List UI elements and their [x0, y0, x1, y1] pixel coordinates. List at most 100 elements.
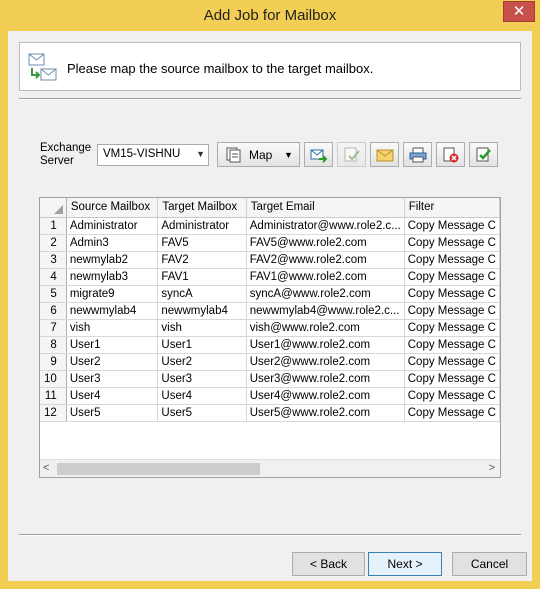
target-email-cell[interactable]: User2@www.role2.com [246, 353, 405, 371]
table-row[interactable]: 5 migrate9 syncA syncA@www.role2.com Copy Me… [40, 285, 500, 303]
row-number[interactable]: 11 [40, 387, 67, 405]
row-number[interactable]: 4 [40, 268, 67, 286]
table-row[interactable]: 9 User2 User2 User2@www.role2.com Copy Messa… [40, 353, 500, 371]
row-number[interactable]: 1 [40, 217, 67, 235]
scrollbar-thumb[interactable] [57, 463, 260, 475]
filter-cell[interactable]: Copy Message C [404, 285, 500, 303]
target-mailbox-cell[interactable]: vish [157, 319, 247, 337]
filter-cell[interactable]: Copy Message C [404, 387, 500, 405]
column-header-target-email[interactable]: Target Email [246, 198, 405, 218]
target-mailbox-cell[interactable]: FAV1 [157, 268, 247, 286]
column-header-filter[interactable]: Filter [404, 198, 500, 218]
filter-cell[interactable]: Copy Message C [404, 370, 500, 388]
edit-mapping-button[interactable] [337, 142, 366, 167]
row-number[interactable]: 9 [40, 353, 67, 371]
row-number[interactable]: 5 [40, 285, 67, 303]
filter-cell[interactable]: Copy Message C [404, 404, 500, 422]
row-number[interactable]: 8 [40, 336, 67, 354]
print-button[interactable] [403, 142, 432, 167]
table-row[interactable]: 6 newwmylab4 newwmylab4 newwmylab4@www.role… [40, 302, 500, 320]
source-mailbox-cell[interactable]: Administrator [66, 217, 159, 235]
table-row[interactable]: 4 newmylab3 FAV1 FAV1@www.role2.com Copy Mes… [40, 268, 500, 286]
scroll-right-arrow-icon[interactable]: > [489, 462, 495, 474]
source-mailbox-cell[interactable]: migrate9 [66, 285, 159, 303]
target-email-cell[interactable]: vish@www.role2.com [246, 319, 405, 337]
source-mailbox-cell[interactable]: vish [66, 319, 159, 337]
table-row[interactable]: 7 vish vish vish@www.role2.com Copy Message … [40, 319, 500, 337]
table-row[interactable]: 3 newmylab2 FAV2 FAV2@www.role2.com Copy Mes… [40, 251, 500, 269]
exchange-server-select[interactable]: VM15-VISHNU ▼ [97, 144, 209, 166]
target-email-cell[interactable]: FAV5@www.role2.com [246, 234, 405, 252]
target-mailbox-cell[interactable]: User2 [157, 353, 247, 371]
table-row[interactable]: 12 User5 User5 User5@www.role2.com Copy Mess… [40, 404, 500, 422]
table-row[interactable]: 10 User3 User3 User3@www.role2.com Copy Mess… [40, 370, 500, 388]
target-email-cell[interactable]: FAV1@www.role2.com [246, 268, 405, 286]
remove-mapping-button[interactable] [436, 142, 465, 167]
target-mailbox-cell[interactable]: User5 [157, 404, 247, 422]
scroll-left-arrow-icon[interactable]: < [43, 462, 49, 474]
target-mailbox-cell[interactable]: syncA [157, 285, 247, 303]
column-header-target-mailbox[interactable]: Target Mailbox [157, 198, 247, 218]
envelope-icon [376, 149, 394, 162]
filter-cell[interactable]: Copy Message C [404, 336, 500, 354]
validate-button[interactable] [469, 142, 498, 167]
target-email-cell[interactable]: User4@www.role2.com [246, 387, 405, 405]
mailbox-mapping-grid[interactable]: Source Mailbox Target Mailbox Target Ema… [39, 197, 501, 478]
column-header-source-mailbox[interactable]: Source Mailbox [66, 198, 159, 218]
source-mailbox-cell[interactable]: newmylab2 [66, 251, 159, 269]
source-mailbox-cell[interactable]: User3 [66, 370, 159, 388]
target-email-cell[interactable]: User3@www.role2.com [246, 370, 405, 388]
map-button-label: Map [249, 148, 273, 162]
filter-cell[interactable]: Copy Message C [404, 251, 500, 269]
table-row[interactable]: 11 User4 User4 User4@www.role2.com Copy Mess… [40, 387, 500, 405]
row-number[interactable]: 10 [40, 370, 67, 388]
instruction-banner: Please map the source mailbox to the tar… [19, 42, 521, 91]
row-number[interactable]: 3 [40, 251, 67, 269]
target-mailbox-cell[interactable]: User4 [157, 387, 247, 405]
filter-cell[interactable]: Copy Message C [404, 268, 500, 286]
table-row[interactable]: 1 Administrator Administrator Administrator… [40, 217, 500, 235]
horizontal-scrollbar[interactable]: < > [40, 459, 500, 477]
target-email-cell[interactable]: FAV2@www.role2.com [246, 251, 405, 269]
source-mailbox-cell[interactable]: User2 [66, 353, 159, 371]
target-mailbox-cell[interactable]: FAV5 [157, 234, 247, 252]
target-email-cell[interactable]: Administrator@www.role2.c... [246, 217, 405, 235]
target-email-cell[interactable]: User1@www.role2.com [246, 336, 405, 354]
filter-cell[interactable]: Copy Message C [404, 353, 500, 371]
source-mailbox-cell[interactable]: newwmylab4 [66, 302, 159, 320]
target-email-cell[interactable]: newwmylab4@www.role2.c... [246, 302, 405, 320]
select-all-corner[interactable] [40, 198, 67, 218]
chevron-down-icon: ▼ [284, 150, 293, 160]
source-mailbox-cell[interactable]: User4 [66, 387, 159, 405]
target-mailbox-cell[interactable]: User1 [157, 336, 247, 354]
target-mailbox-cell[interactable]: Administrator [157, 217, 247, 235]
back-button[interactable]: < Back [292, 552, 365, 576]
table-row[interactable]: 2 Admin3 FAV5 FAV5@www.role2.com Copy Messag… [40, 234, 500, 252]
filter-cell[interactable]: Copy Message C [404, 319, 500, 337]
target-mailbox-cell[interactable]: FAV2 [157, 251, 247, 269]
map-mailbox-button[interactable] [304, 142, 333, 167]
row-number[interactable]: 12 [40, 404, 67, 422]
exchange-server-value: VM15-VISHNU [103, 148, 181, 160]
target-mailbox-cell[interactable]: newwmylab4 [157, 302, 247, 320]
close-button[interactable]: ✕ [503, 1, 535, 22]
cancel-button[interactable]: Cancel [452, 552, 527, 576]
email-button[interactable] [370, 142, 399, 167]
source-mailbox-cell[interactable]: User1 [66, 336, 159, 354]
table-row[interactable]: 8 User1 User1 User1@www.role2.com Copy Messa… [40, 336, 500, 354]
map-button[interactable]: Map ▼ [217, 142, 300, 167]
target-email-cell[interactable]: syncA@www.role2.com [246, 285, 405, 303]
row-number[interactable]: 6 [40, 302, 67, 320]
next-button[interactable]: Next > [368, 552, 442, 576]
source-mailbox-cell[interactable]: User5 [66, 404, 159, 422]
grid-body: 1 Administrator Administrator Administrator… [40, 217, 500, 422]
filter-cell[interactable]: Copy Message C [404, 302, 500, 320]
source-mailbox-cell[interactable]: newmylab3 [66, 268, 159, 286]
source-mailbox-cell[interactable]: Admin3 [66, 234, 159, 252]
target-email-cell[interactable]: User5@www.role2.com [246, 404, 405, 422]
row-number[interactable]: 2 [40, 234, 67, 252]
target-mailbox-cell[interactable]: User3 [157, 370, 247, 388]
filter-cell[interactable]: Copy Message C [404, 217, 500, 235]
row-number[interactable]: 7 [40, 319, 67, 337]
filter-cell[interactable]: Copy Message C [404, 234, 500, 252]
